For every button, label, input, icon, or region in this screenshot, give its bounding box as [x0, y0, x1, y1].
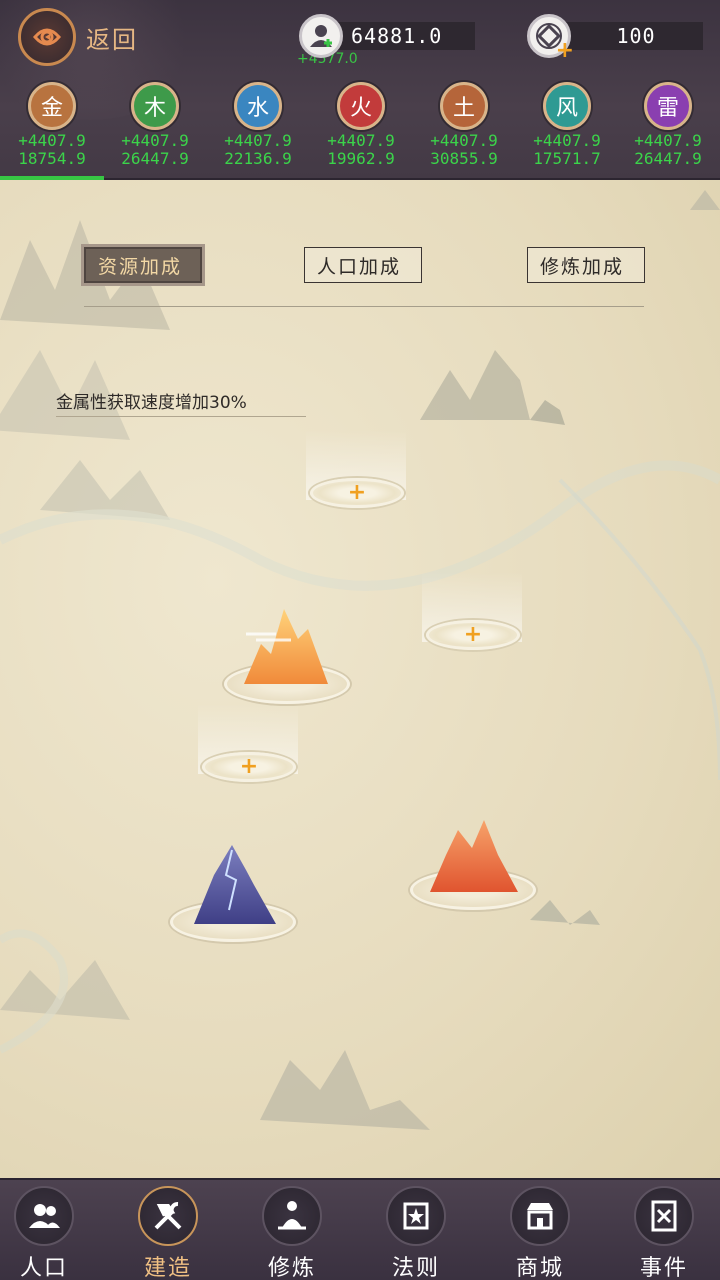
element-earth[interactable]: 土 +4407.9 30855.9: [412, 82, 516, 168]
element-badge: 火: [337, 82, 385, 130]
empty-build-slot[interactable]: +: [202, 752, 296, 782]
element-rate: +4407.9: [634, 131, 702, 150]
bonus-description: 金属性获取速度增加30%: [56, 393, 247, 413]
element-total: 22136.9: [224, 149, 292, 168]
tab-population-bonus[interactable]: 人口加成: [304, 247, 422, 283]
empty-build-slot[interactable]: +: [310, 478, 404, 508]
add-currency-icon[interactable]: +: [556, 38, 574, 63]
tab-divider: [84, 306, 644, 307]
element-badge: 雷: [644, 82, 692, 130]
map-background-art: [0, 190, 720, 1130]
shop-icon: [510, 1186, 570, 1246]
people-icon: [14, 1186, 74, 1246]
element-wood[interactable]: 木 +4407.9 26447.9: [103, 82, 207, 168]
thunder-mountain-building-icon[interactable]: [184, 840, 284, 930]
hammer-wrench-icon: [138, 1186, 198, 1246]
plus-icon: +: [239, 754, 259, 779]
nav-build[interactable]: 建造: [113, 1186, 223, 1280]
nav-label: 商城: [515, 1256, 564, 1280]
element-total: 19962.9: [327, 149, 395, 168]
currency-value: 100: [563, 22, 703, 50]
build-map: 资源加成 人口加成 修炼加成 金属性获取速度增加30% + + +: [0, 180, 720, 1178]
currency-stat: + 100: [527, 14, 703, 63]
nav-label: 事件: [639, 1256, 688, 1280]
empty-build-slot[interactable]: +: [426, 620, 520, 650]
element-badge: 木: [131, 82, 179, 130]
element-badge: 水: [234, 82, 282, 130]
population-stat: 64881.0: [299, 14, 475, 58]
nav-cultivate[interactable]: 修炼: [237, 1186, 347, 1280]
nav-label: 建造: [143, 1256, 192, 1280]
element-wind[interactable]: 风 +4407.9 17571.7: [515, 82, 619, 168]
element-total: 18754.9: [18, 149, 86, 168]
element-total: 17571.7: [533, 149, 601, 168]
element-rate: +4407.9: [121, 131, 189, 150]
bottom-navigation: 人口 建造 修炼 法则 商城 事件: [0, 1178, 720, 1280]
meditation-icon: [262, 1186, 322, 1246]
gold-mountain-building-icon[interactable]: [236, 604, 336, 694]
element-badge: 金: [28, 82, 76, 130]
nav-population[interactable]: 人口: [0, 1186, 99, 1280]
nav-events[interactable]: 事件: [609, 1186, 719, 1280]
element-fire[interactable]: 火 +4407.9 19962.9: [309, 82, 413, 168]
element-rate: +4407.9: [533, 131, 601, 150]
nav-law[interactable]: 法则: [361, 1186, 471, 1280]
book-swords-icon: [634, 1186, 694, 1246]
population-value: 64881.0: [335, 22, 475, 50]
element-water[interactable]: 水 +4407.9 22136.9: [206, 82, 310, 168]
nav-label: 法则: [391, 1256, 440, 1280]
plus-icon: +: [347, 480, 367, 505]
back-button[interactable]: 返回: [18, 8, 138, 66]
element-gold[interactable]: 金 +4407.9 18754.9: [0, 82, 104, 168]
tab-resource-bonus[interactable]: 资源加成: [84, 247, 202, 283]
element-resource-row: 金 +4407.9 18754.9 木 +4407.9 26447.9 水 +4…: [0, 82, 720, 172]
element-total: 26447.9: [121, 149, 189, 168]
back-arrow-icon: [18, 8, 76, 66]
plus-icon: +: [463, 622, 483, 647]
element-thunder[interactable]: 雷 +4407.9 26447.9: [616, 82, 720, 168]
top-header: 返回 64881.0 +4577.0 + 100 金 +4407.9 18754…: [0, 0, 720, 180]
population-icon: [299, 14, 343, 58]
element-badge: 风: [543, 82, 591, 130]
tab-cultivation-bonus[interactable]: 修炼加成: [527, 247, 645, 283]
coin-icon: +: [527, 14, 574, 63]
element-rate: +4407.9: [430, 131, 498, 150]
nav-shop[interactable]: 商城: [485, 1186, 595, 1280]
element-total: 26447.9: [634, 149, 702, 168]
scroll-star-icon: [386, 1186, 446, 1246]
nav-label: 修炼: [267, 1256, 316, 1280]
element-badge: 土: [440, 82, 488, 130]
element-rate: +4407.9: [18, 131, 86, 150]
element-rate: +4407.9: [224, 131, 292, 150]
bonus-underline: [56, 416, 306, 417]
back-label: 返回: [86, 25, 138, 54]
nav-label: 人口: [19, 1256, 68, 1280]
element-total: 30855.9: [430, 149, 498, 168]
element-rate: +4407.9: [327, 131, 395, 150]
fire-mountain-building-icon[interactable]: [424, 810, 524, 900]
